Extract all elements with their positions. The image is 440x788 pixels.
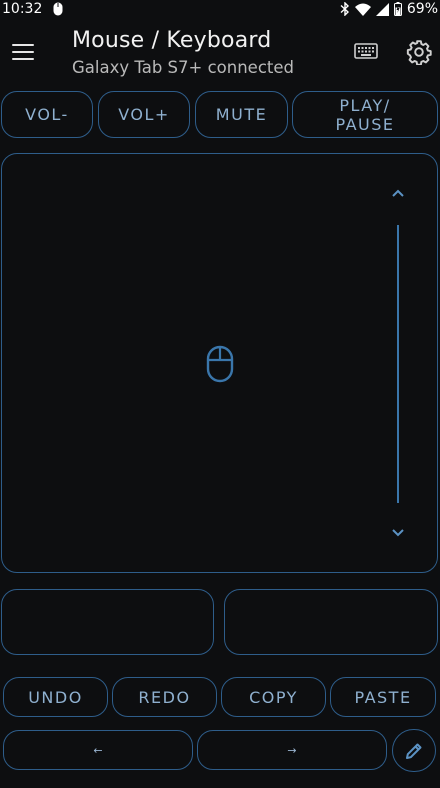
- undo-button[interactable]: UNDO: [3, 677, 108, 717]
- app-bar: Mouse / Keyboard Galaxy Tab S7+ connecte…: [0, 20, 440, 90]
- signal-icon: [375, 2, 389, 16]
- pencil-icon: [406, 743, 422, 759]
- left-arrow-button[interactable]: ←: [3, 730, 193, 770]
- mute-button[interactable]: MUTE: [195, 91, 288, 138]
- chevron-down-icon[interactable]: [390, 528, 406, 538]
- edit-button[interactable]: [392, 729, 436, 772]
- status-bar: 10:32 69%: [0, 0, 440, 20]
- right-arrow-button[interactable]: →: [197, 730, 387, 770]
- play-pause-button[interactable]: PLAY/ PAUSE: [292, 91, 438, 138]
- mouse-status-icon: [53, 2, 63, 16]
- scroll-strip[interactable]: [397, 225, 399, 503]
- redo-button[interactable]: REDO: [112, 677, 217, 717]
- copy-button[interactable]: COPY: [221, 677, 326, 717]
- vol-down-button[interactable]: VOL-: [1, 91, 93, 138]
- left-click-button[interactable]: [1, 589, 214, 655]
- vol-up-button[interactable]: VOL+: [98, 91, 190, 138]
- right-arrow-icon: →: [287, 743, 297, 757]
- page-title: Mouse / Keyboard: [72, 28, 272, 53]
- keyboard-icon[interactable]: [354, 42, 378, 60]
- status-time: 10:32: [2, 1, 43, 17]
- bluetooth-icon: [340, 2, 349, 16]
- play-pause-label-line1: PLAY/: [339, 95, 391, 115]
- battery-icon: [393, 2, 402, 16]
- left-arrow-icon: ←: [93, 743, 103, 757]
- play-pause-label-line2: PAUSE: [335, 114, 395, 134]
- connection-status: Galaxy Tab S7+ connected: [72, 58, 294, 77]
- wifi-icon: [354, 3, 371, 16]
- right-click-button[interactable]: [224, 589, 438, 655]
- chevron-up-icon[interactable]: [390, 188, 406, 198]
- paste-button[interactable]: PASTE: [330, 677, 436, 717]
- mouse-icon: [206, 345, 234, 383]
- gear-icon[interactable]: [406, 39, 432, 65]
- menu-icon[interactable]: [12, 44, 34, 62]
- battery-percent: 69%: [406, 1, 438, 17]
